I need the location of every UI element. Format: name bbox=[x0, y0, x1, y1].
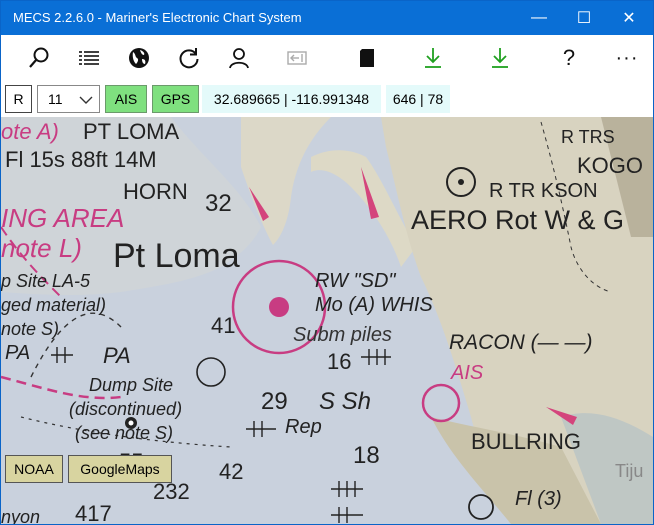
site-la5-label: p Site LA-5 bbox=[1, 271, 91, 291]
pt-loma-label: Pt Loma bbox=[113, 237, 240, 275]
fl3-label: Fl (3) bbox=[515, 488, 562, 510]
racon-ring bbox=[421, 383, 461, 423]
depth-29-label: 29 bbox=[261, 388, 288, 415]
list-button[interactable] bbox=[67, 35, 111, 81]
refresh-icon bbox=[179, 48, 199, 69]
note-a-label: ote A) bbox=[1, 119, 59, 144]
dredged-material-label: ged material) bbox=[1, 295, 106, 315]
toolbar: ? ··· bbox=[1, 35, 653, 81]
tijuana-label: Tiju bbox=[615, 461, 643, 481]
subm-piles-label: Subm piles bbox=[293, 324, 392, 346]
tile-readout: 646 | 78 bbox=[386, 85, 450, 113]
depth-417-label: 417 bbox=[75, 501, 112, 524]
rw-sd-buoy bbox=[269, 297, 289, 317]
depth-18-label: 18 bbox=[353, 442, 380, 469]
r-trs-label: R TRS bbox=[561, 127, 615, 147]
user-icon bbox=[229, 48, 249, 69]
refresh-button[interactable] bbox=[167, 35, 211, 81]
rep-label: Rep bbox=[285, 416, 322, 438]
ais-toggle[interactable]: AIS bbox=[105, 85, 147, 113]
search-icon bbox=[29, 47, 49, 68]
s-sh-label: S Sh bbox=[319, 388, 371, 415]
chevron-down-icon bbox=[79, 96, 93, 104]
bottom-circle bbox=[468, 494, 494, 520]
download-icon bbox=[425, 48, 441, 68]
light-characteristic-label: Fl 15s 88ft 14M bbox=[5, 147, 157, 172]
pa-label-1: PA bbox=[5, 342, 30, 364]
note-l-label: note L) bbox=[1, 233, 82, 263]
googlemaps-button[interactable]: GoogleMaps bbox=[68, 455, 172, 483]
help-button[interactable]: ? bbox=[547, 35, 591, 81]
more-button[interactable]: ··· bbox=[605, 35, 649, 81]
gps-toggle[interactable]: GPS bbox=[152, 85, 199, 113]
download-button-1[interactable] bbox=[411, 35, 455, 81]
close-button[interactable]: ✕ bbox=[606, 1, 652, 35]
dump-circle bbox=[196, 357, 226, 387]
status-bar: R 11 AIS GPS 32.689665 | -116.991348 646… bbox=[1, 81, 653, 117]
app-window: MECS 2.2.6.0 - Mariner's Electronic Char… bbox=[0, 0, 654, 525]
canyon-label: nyon bbox=[1, 507, 40, 524]
maximize-button[interactable]: ☐ bbox=[561, 1, 607, 35]
noaa-button[interactable]: NOAA bbox=[5, 455, 63, 483]
depth-32-label: 32 bbox=[205, 190, 232, 217]
depth-16-label: 16 bbox=[327, 349, 351, 374]
aero-label: AERO Rot W & G bbox=[411, 205, 624, 235]
ais-map-label: AIS bbox=[450, 362, 484, 384]
globe-button[interactable] bbox=[117, 35, 161, 81]
racon-label: RACON (— —) bbox=[449, 331, 593, 354]
ing-area-label: ING AREA bbox=[1, 203, 124, 233]
r-button[interactable]: R bbox=[5, 85, 32, 113]
sd-card-icon bbox=[360, 49, 374, 67]
tower-dot bbox=[458, 179, 464, 185]
search-button[interactable] bbox=[17, 35, 61, 81]
r-tr-kson-label: R TR KSON bbox=[489, 180, 598, 202]
zoom-value: 11 bbox=[48, 91, 63, 107]
depth-41-label: 41 bbox=[211, 313, 235, 338]
minimize-button[interactable]: — bbox=[516, 1, 562, 35]
pa-label-2: PA bbox=[103, 343, 131, 368]
horn-label: HORN bbox=[123, 179, 188, 204]
download-icon bbox=[492, 48, 508, 68]
export-disabled-icon bbox=[287, 51, 307, 65]
discontinued-label: (discontinued) bbox=[69, 399, 182, 419]
bullring-label: BULLRING bbox=[471, 429, 581, 454]
coordinates-readout: 32.689665 | -116.991348 bbox=[202, 85, 381, 113]
note-s-label: note S) bbox=[1, 319, 59, 339]
rw-sd-label: RW "SD" bbox=[315, 270, 396, 292]
title-bar: MECS 2.2.6.0 - Mariner's Electronic Char… bbox=[1, 1, 653, 35]
pt-loma-small-label: PT LOMA bbox=[83, 119, 180, 144]
kogo-label: KOGO bbox=[577, 153, 643, 178]
list-icon bbox=[79, 51, 99, 65]
depth-42-label: 42 bbox=[219, 459, 243, 484]
download-button-2[interactable] bbox=[478, 35, 522, 81]
zoom-select[interactable]: 11 bbox=[37, 85, 100, 113]
sd-card-button[interactable] bbox=[345, 35, 389, 81]
window-title: MECS 2.2.6.0 - Mariner's Electronic Char… bbox=[13, 10, 302, 25]
see-note-s-label: (see note S) bbox=[75, 423, 173, 443]
mo-a-whis-label: Mo (A) WHIS bbox=[315, 294, 433, 316]
user-button[interactable] bbox=[217, 35, 261, 81]
globe-icon bbox=[129, 48, 149, 68]
export-button[interactable] bbox=[275, 35, 319, 81]
dump-site-label: Dump Site bbox=[89, 375, 173, 395]
